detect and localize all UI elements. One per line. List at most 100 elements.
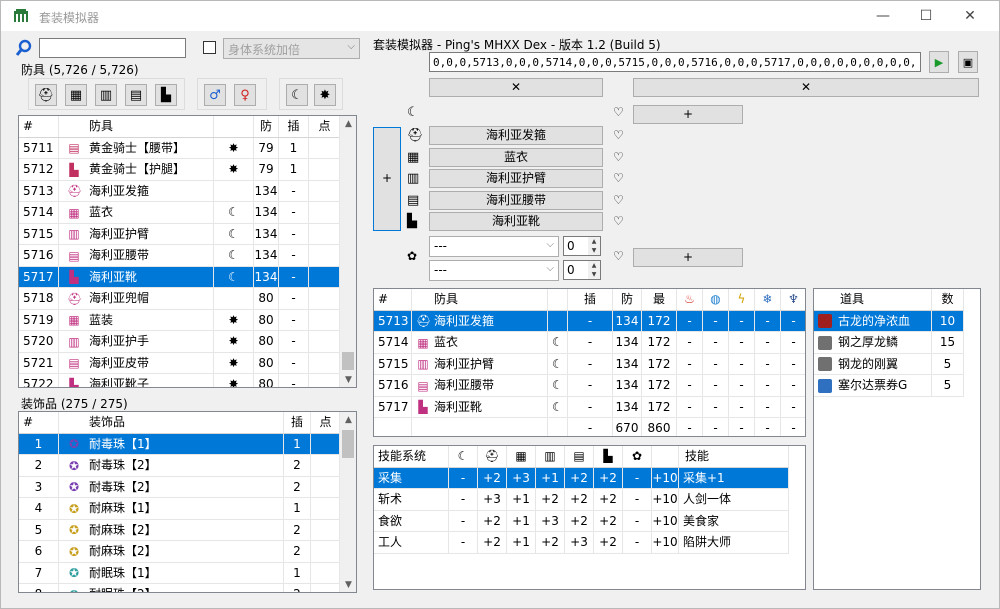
col-set-id[interactable]: #	[374, 289, 412, 310]
col-set-slots[interactable]: 插	[568, 289, 613, 310]
head-filter-button[interactable]: ⛑	[35, 84, 57, 106]
set-armor-row[interactable]: 5717 ▙ 海利亚靴 ☾ -134 172- - - - -	[374, 396, 805, 418]
clear-weapon-button[interactable]: ✕	[429, 78, 603, 97]
armor-row[interactable]: 5712 ▙ 黄金骑士【护腿】 ✸ 79 1	[19, 159, 341, 181]
clear-set-button[interactable]: ✕	[633, 78, 979, 97]
col-set-type[interactable]	[548, 289, 568, 310]
scroll-down-icon[interactable]: ▼	[340, 577, 356, 592]
chest-armor-icon[interactable]: ▦	[507, 446, 536, 467]
scroll-down-icon[interactable]: ▼	[340, 372, 356, 387]
col-set-defense[interactable]: 防	[613, 289, 642, 310]
col-deco-points[interactable]: 点	[311, 412, 341, 433]
col-skill-name[interactable]: 技能	[679, 446, 789, 467]
scrollbar-thumb[interactable]	[342, 430, 354, 458]
female-filter-button[interactable]: ♀	[234, 84, 256, 106]
col-defense[interactable]: 防	[254, 116, 279, 137]
gauntlet-icon[interactable]: ▥	[536, 446, 565, 467]
waist-filter-button[interactable]: ▤	[125, 84, 147, 106]
deco-row[interactable]: 1 ✪ 耐毒珠【1】 1	[19, 433, 341, 455]
equip-slot-legs[interactable]: 海利亚靴	[429, 212, 603, 231]
items-list[interactable]: 道具 数 古龙的净浓血 10 钢之厚龙鳞 15 钢龙的刚翼 5 塞尔达票券G 5	[813, 288, 981, 590]
apply-code-button[interactable]: ▶	[929, 51, 949, 73]
deco-list-scrollbar[interactable]: ▲ ▼	[339, 412, 356, 592]
equip-slot-chest[interactable]: 蓝衣	[429, 147, 603, 167]
spin-up-icon[interactable]: ▲	[588, 237, 600, 246]
col-skill-total[interactable]	[652, 446, 679, 467]
item-row[interactable]: 古龙的净浓血 10	[814, 310, 964, 332]
col-deco-id[interactable]: #	[19, 412, 59, 433]
skill-row[interactable]: 采集 - +2 +3 +1 +2 +2- +10 采集+1	[374, 467, 789, 489]
scroll-up-icon[interactable]: ▲	[340, 412, 356, 429]
spin-down-icon[interactable]: ▼	[588, 246, 600, 255]
scrollbar-thumb[interactable]	[342, 352, 354, 370]
equip-slot-arms[interactable]: 海利亚护臂	[429, 169, 603, 188]
charm-points-spinner-1[interactable]: 0 ▲ ▼	[563, 236, 601, 256]
set-code-input[interactable]	[429, 52, 921, 72]
deco-row[interactable]: 3 ✪ 耐毒珠【2】 2	[19, 476, 341, 498]
helmet-icon[interactable]: ⛑	[478, 446, 507, 467]
water-res-icon[interactable]: ◍	[703, 289, 729, 310]
blademaster-filter-button[interactable]: ☾	[286, 84, 308, 106]
male-filter-button[interactable]: ♂	[204, 84, 226, 106]
set-armor-table[interactable]: # 防具 插 防 最 ♨ ◍ ϟ ❄ ♆ 5713 ⛑ 海利亚发箍 -134 172- -…	[373, 288, 806, 437]
col-deco-slots[interactable]: 插	[284, 412, 311, 433]
screenshot-button[interactable]: ▣	[958, 51, 978, 73]
deco-row[interactable]: 7 ✪ 耐眠珠【1】 1	[19, 562, 341, 584]
armor-row[interactable]: 5716 ▤ 海利亚腰带 ☾ 134-	[19, 245, 341, 267]
item-row[interactable]: 钢龙的刚翼 5	[814, 353, 964, 375]
col-skill-system[interactable]: 技能系统	[374, 446, 449, 467]
scroll-up-icon[interactable]: ▲	[340, 116, 356, 133]
armor-row[interactable]: 5717 ▙ 海利亚靴 ☾ 134-	[19, 266, 341, 288]
armor-row[interactable]: 5719 ▦ 蓝装 ✸ 80-	[19, 309, 341, 331]
fire-res-icon[interactable]: ♨	[677, 289, 703, 310]
armor-row[interactable]: 5721 ▤ 海利亚皮带 ✸ 80-	[19, 352, 341, 374]
skill-row[interactable]: 食欲 - +2 +1 +3 +2 +2- +10 美食家	[374, 510, 789, 532]
deco-row[interactable]: 2 ✪ 耐毒珠【2】 2	[19, 455, 341, 477]
armor-row[interactable]: 5715 ▥ 海利亚护臂 ☾ 134-	[19, 223, 341, 245]
charm-skill-select-1[interactable]: --- ⌵	[429, 236, 559, 257]
armor-row[interactable]: 5718 ⛑ 海利亚兜帽 80-	[19, 288, 341, 310]
add-charm-deco-button[interactable]: +	[633, 248, 743, 267]
armor-row[interactable]: 5714 ▦ 蓝衣 ☾ 134-	[19, 202, 341, 224]
deco-row[interactable]: 8 ✪ 耐眠珠【2】 2	[19, 584, 341, 592]
dragon-res-icon[interactable]: ♆	[781, 289, 805, 310]
charm-icon[interactable]: ✿	[623, 446, 652, 467]
col-set-name[interactable]: 防具	[412, 289, 548, 310]
set-armor-row[interactable]: 5714 ▦ 蓝衣 ☾ -134 172- - - - -	[374, 332, 805, 354]
add-weapon-deco-button[interactable]: +	[633, 105, 743, 124]
skill-row[interactable]: 工人 - +2 +1 +2 +3 +2- +10 陷阱大师	[374, 532, 789, 554]
boots-icon[interactable]: ▙	[594, 446, 623, 467]
equip-slot-waist[interactable]: 海利亚腰带	[429, 190, 603, 210]
item-row[interactable]: 钢之厚龙鳞 15	[814, 332, 964, 354]
search-input[interactable]	[39, 38, 186, 58]
set-armor-row[interactable]: 5715 ▥ 海利亚护臂 ☾ -134 172- - - - -	[374, 353, 805, 375]
decoration-list[interactable]: # 装饰品 插 点 1 ✪ 耐毒珠【1】 1 2 ✪ 耐毒珠【2】 2 3 ✪ 耐毒珠【2】 2 4 ✪ 耐…	[18, 411, 357, 593]
armor-row[interactable]: 5720 ▥ 海利亚护手 ✸ 80-	[19, 331, 341, 353]
col-item-count[interactable]: 数	[932, 289, 964, 310]
arms-filter-button[interactable]: ▥	[95, 84, 117, 106]
skills-table[interactable]: 技能系统 ☾ ⛑ ▦ ▥ ▤ ▙ ✿ 技能 采集 - +2 +3 +1 +2 +2- +10 采…	[373, 445, 806, 590]
armor-list-scrollbar[interactable]: ▲ ▼	[339, 116, 356, 387]
col-set-max[interactable]: 最	[642, 289, 677, 310]
col-name[interactable]: 防具	[59, 116, 214, 137]
deco-row[interactable]: 4 ✪ 耐麻珠【1】 1	[19, 498, 341, 520]
skill-filter-select[interactable]: 身体系统加倍 ⌵	[223, 38, 360, 59]
gunner-filter-button[interactable]: ✸	[314, 84, 336, 106]
armor-row[interactable]: 5713 ⛑ 海利亚发箍 134-	[19, 180, 341, 202]
maximize-button[interactable]: ☐	[914, 5, 938, 27]
col-deco-name[interactable]: 装饰品	[59, 412, 284, 433]
armor-row[interactable]: 5722 ▙ 海利亚靴子 ✸ 80-	[19, 374, 341, 387]
equip-slot-head[interactable]: 海利亚发箍	[429, 126, 603, 145]
thunder-res-icon[interactable]: ϟ	[729, 289, 755, 310]
chest-filter-button[interactable]: ▦	[65, 84, 87, 106]
col-id[interactable]: #	[19, 116, 59, 137]
add-equipment-button[interactable]: +	[373, 127, 401, 231]
close-window-button[interactable]: ✕	[958, 5, 982, 27]
set-armor-row[interactable]: 5716 ▤ 海利亚腰带 ☾ -134 172- - - - -	[374, 375, 805, 397]
minimize-button[interactable]: —	[871, 5, 895, 27]
belt-icon[interactable]: ▤	[565, 446, 594, 467]
deco-row[interactable]: 5 ✪ 耐麻珠【2】 2	[19, 519, 341, 541]
armor-list[interactable]: # 防具 防 插 点 5711 ▤ 黄金骑士【腰带】 ✸ 79 1 5712 ▙ 黄金骑士【护腿…	[18, 115, 357, 388]
set-armor-row[interactable]: 5713 ⛑ 海利亚发箍 -134 172- - - - -	[374, 310, 805, 332]
blade-icon[interactable]: ☾	[449, 446, 478, 467]
